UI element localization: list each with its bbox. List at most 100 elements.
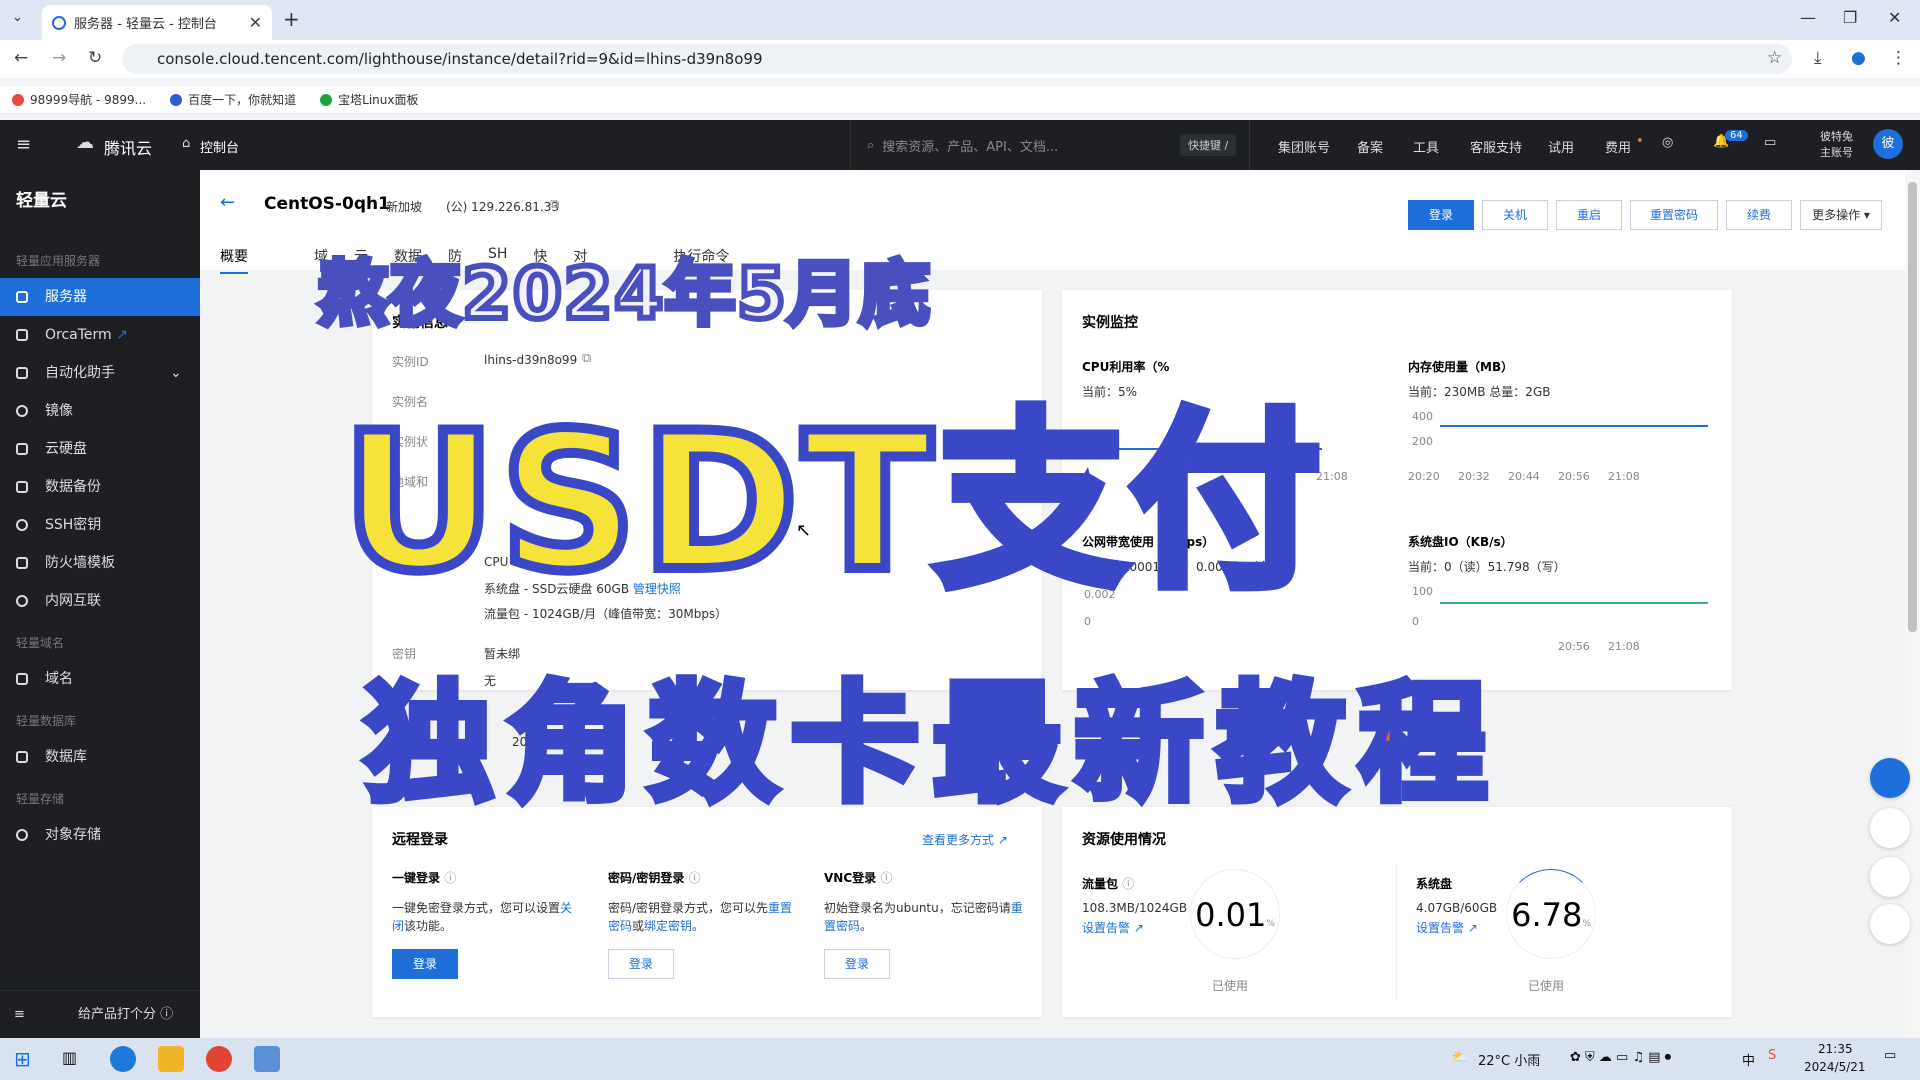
menu-icon[interactable]: ⋮ [1890, 48, 1907, 68]
notification-center-icon[interactable]: ▭ [1884, 1048, 1896, 1063]
sidebar-item-orcaterm[interactable]: OrcaTerm ↗ [0, 316, 200, 354]
star-icon[interactable]: ☆ [1767, 48, 1782, 68]
hamburger-icon[interactable]: ≡ [16, 134, 31, 155]
profile-icon[interactable]: ● [1851, 48, 1866, 68]
reset-password-button[interactable]: 重置密码 [1630, 200, 1718, 230]
forward-icon[interactable]: → [52, 48, 66, 68]
mem-chart-title: 内存使用量（MB） [1408, 360, 1514, 374]
traffic-used-label: 已使用 [1212, 979, 1249, 993]
external-link-icon: ↗ [116, 327, 128, 343]
card-title: 远程登录 [392, 832, 448, 848]
sogou-icon[interactable]: S [1768, 1048, 1776, 1063]
ime-indicator[interactable]: 中 [1742, 1050, 1755, 1069]
more-methods-link[interactable]: 查看更多方式 ↗ [922, 831, 1008, 848]
minimize-icon[interactable]: — [1800, 8, 1816, 27]
console-link[interactable]: 控制台 [200, 137, 239, 156]
info-icon: ⓘ [688, 871, 701, 885]
bookmarks-bar: 98999导航 - 9899... 百度一下，你就知道 宝塔Linux面板 [0, 86, 1920, 114]
weather-text[interactable]: 22°C 小雨 [1478, 1050, 1540, 1069]
copy-icon[interactable]: ⧉ [550, 197, 559, 212]
search-icon: ⌕ [867, 137, 875, 153]
task-view-icon[interactable]: ▥ [62, 1048, 77, 1067]
nav-beian[interactable]: 备案 [1357, 137, 1383, 156]
vnc-title: VNC登录 ⓘ [824, 871, 893, 885]
compass-icon[interactable]: ◎ [1662, 135, 1673, 150]
sidebar-item-disk[interactable]: 云硬盘 [0, 430, 200, 468]
file-explorer-icon[interactable] [158, 1046, 184, 1072]
edge-icon[interactable] [110, 1046, 136, 1072]
bookmark-98999[interactable]: 98999导航 - 9899... [12, 91, 146, 108]
weather-icon: ⛅ [1452, 1050, 1469, 1065]
tab-search-icon[interactable]: ⌄ [12, 10, 23, 25]
traffic-alert-link[interactable]: 设置告警 ↗ [1082, 919, 1144, 936]
headset-icon[interactable] [1870, 758, 1910, 798]
shield-icon [320, 93, 333, 106]
restart-button[interactable]: 重启 [1556, 200, 1622, 230]
list-icon[interactable] [1870, 904, 1910, 944]
nav-support[interactable]: 客服支持 [1470, 137, 1522, 156]
cloud-assistant-icon[interactable] [1870, 808, 1910, 848]
mem-x-tick: 20:20 [1408, 470, 1440, 483]
billing-dot-icon: • [1636, 134, 1644, 149]
mem-x-tick: 20:32 [1458, 470, 1490, 483]
sidebar-item-image[interactable]: 镜像 [0, 392, 200, 430]
new-tab-icon[interactable]: + [283, 7, 300, 31]
more-actions-button[interactable]: 更多操作 ▾ [1800, 200, 1882, 230]
nav-group-account[interactable]: 集团账号 [1278, 137, 1330, 156]
pwd-login-button[interactable]: 登录 [608, 949, 674, 979]
restore-icon[interactable]: ❐ [1843, 8, 1857, 27]
back-arrow-icon[interactable]: ← [220, 192, 235, 213]
sidebar-item-database[interactable]: 数据库 [0, 738, 200, 776]
paw-icon [170, 93, 183, 106]
onekey-login-button[interactable]: 登录 [392, 949, 458, 979]
onekey-desc: 一键免密登录方式，您可以设置关闭该功能。 [392, 901, 573, 933]
database-icon [16, 751, 28, 763]
brand-name[interactable]: 腾讯云 [104, 135, 152, 159]
renew-button[interactable]: 续费 [1726, 200, 1792, 230]
account-name[interactable]: 彼特兔 [1820, 128, 1853, 144]
clock-date[interactable]: 2024/5/21 [1804, 1060, 1866, 1074]
back-icon[interactable]: ← [14, 48, 28, 68]
sidebar-item-object-storage[interactable]: 对象存储 [0, 816, 200, 854]
sidebar-item-domain[interactable]: 域名 [0, 660, 200, 698]
clock-time[interactable]: 21:35 [1818, 1042, 1853, 1056]
feedback-bar[interactable]: ≡ 给产品打个分 ⓘ [0, 990, 200, 1038]
chrome-icon[interactable] [206, 1046, 232, 1072]
scrollbar-thumb[interactable] [1908, 182, 1917, 632]
sidebar-item-server[interactable]: 服务器 [0, 278, 200, 316]
sidebar-item-backup[interactable]: 数据备份 [0, 468, 200, 506]
tray-icons[interactable]: ✿ ⛨ ☁ ▭ ♫ ▤ ⏺ [1570, 1050, 1671, 1065]
tab-overview[interactable]: 概要 [220, 246, 248, 274]
sidebar-item-intranet[interactable]: 内网互联 [0, 582, 200, 620]
vnc-login-button[interactable]: 登录 [824, 949, 890, 979]
disk-alert-link[interactable]: 设置告警 ↗ [1416, 919, 1478, 936]
nav-trial[interactable]: 试用 [1548, 137, 1574, 156]
sidebar-item-ssh-key[interactable]: SSH密钥 [0, 506, 200, 544]
collapse-icon[interactable]: ≡ [14, 991, 25, 1039]
avatar[interactable]: 彼 [1873, 129, 1903, 159]
bookmark-icon [12, 93, 24, 106]
mem-x-tick: 20:44 [1508, 470, 1540, 483]
sidebar-item-automation[interactable]: 自动化助手 ⌄ [0, 354, 200, 392]
bookmark-baidu[interactable]: 百度一下，你就知道 [170, 91, 296, 108]
close-window-icon[interactable]: ✕ [1888, 8, 1901, 27]
close-tab-icon[interactable]: ✕ [249, 13, 262, 32]
shutdown-button[interactable]: 关机 [1482, 200, 1548, 230]
key-icon [16, 519, 28, 531]
reload-icon[interactable]: ↻ [88, 48, 102, 68]
login-button[interactable]: 登录 [1408, 200, 1474, 230]
app-icon[interactable] [254, 1046, 280, 1072]
mem-y-tick: 200 [1412, 435, 1433, 448]
bookmark-bt[interactable]: 宝塔Linux面板 [320, 91, 418, 108]
download-icon[interactable]: ⤓ [1814, 48, 1822, 68]
page-scrollbar[interactable] [1905, 170, 1920, 1038]
nav-billing[interactable]: 费用 [1605, 137, 1631, 156]
book-icon[interactable] [1870, 857, 1910, 897]
cart-icon[interactable]: ▭ [1764, 135, 1776, 150]
windows-start-icon[interactable]: ⊞ [14, 1047, 31, 1071]
nav-tools[interactable]: 工具 [1413, 137, 1439, 156]
io-y-tick: 0 [1412, 615, 1419, 628]
browser-tab[interactable]: 服务器 - 轻量云 - 控制台 ✕ [42, 5, 272, 40]
sidebar-item-firewall[interactable]: 防火墙模板 [0, 544, 200, 582]
url-field[interactable]: console.cloud.tencent.com/lighthouse/ins… [122, 44, 1792, 74]
